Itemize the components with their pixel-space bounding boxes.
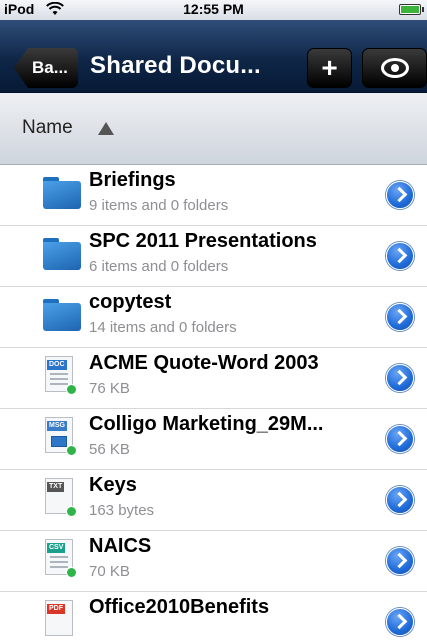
item-name: Colligo Marketing_29M... bbox=[89, 413, 324, 435]
battery-icon bbox=[399, 4, 424, 15]
item-name: Office2010Benefits bbox=[89, 596, 270, 618]
folder-icon bbox=[43, 238, 81, 270]
item-detail: 70 KB bbox=[89, 563, 130, 580]
item-name: Briefings bbox=[89, 169, 176, 191]
file-type-tag: MSG bbox=[47, 421, 67, 431]
file-type-tag: PDF bbox=[47, 604, 65, 614]
detail-disclosure-icon[interactable] bbox=[386, 364, 414, 392]
view-button[interactable] bbox=[362, 48, 427, 88]
detail-disclosure-icon[interactable] bbox=[386, 425, 414, 453]
msg-file-icon: MSG bbox=[45, 417, 77, 456]
list-item[interactable]: MSG Colligo Marketing_29M... 56 KB bbox=[0, 409, 427, 470]
back-button[interactable]: Ba... bbox=[14, 48, 78, 88]
txt-file-icon: TXT bbox=[45, 478, 77, 517]
item-name: SPC 2011 Presentations bbox=[89, 230, 317, 252]
sort-header[interactable]: Name bbox=[0, 93, 427, 165]
detail-disclosure-icon[interactable] bbox=[386, 547, 414, 575]
doc-file-icon: DOC bbox=[45, 356, 77, 395]
folder-icon bbox=[43, 177, 81, 209]
status-bar: iPod 12:55 PM bbox=[0, 0, 427, 20]
item-name: NAICS bbox=[89, 535, 152, 557]
document-list: Briefings 9 items and 0 folders SPC 2011… bbox=[0, 165, 427, 641]
item-detail: 76 KB bbox=[89, 380, 130, 397]
csv-file-icon: CSV bbox=[45, 539, 77, 578]
list-item[interactable]: DOC ACME Quote-Word 2003 76 KB bbox=[0, 348, 427, 409]
sort-ascending-icon bbox=[98, 122, 114, 135]
item-name: copytest bbox=[89, 291, 172, 313]
sort-label: Name bbox=[22, 117, 73, 138]
list-item[interactable]: PDF Office2010Benefits bbox=[0, 592, 427, 641]
list-item[interactable]: Briefings 9 items and 0 folders bbox=[0, 165, 427, 226]
file-type-tag: DOC bbox=[47, 360, 67, 370]
detail-disclosure-icon[interactable] bbox=[386, 486, 414, 514]
page-title: Shared Docu... bbox=[90, 52, 261, 79]
list-item[interactable]: copytest 14 items and 0 folders bbox=[0, 287, 427, 348]
item-name: Keys bbox=[89, 474, 137, 496]
navigation-bar: Ba... Shared Docu... + bbox=[0, 20, 427, 93]
item-detail: 14 items and 0 folders bbox=[89, 319, 237, 336]
detail-disclosure-icon[interactable] bbox=[386, 242, 414, 270]
folder-icon bbox=[43, 299, 81, 331]
item-detail: 163 bytes bbox=[89, 502, 155, 519]
list-item[interactable]: SPC 2011 Presentations 6 items and 0 fol… bbox=[0, 226, 427, 287]
item-name: ACME Quote-Word 2003 bbox=[89, 352, 319, 374]
detail-disclosure-icon[interactable] bbox=[386, 608, 414, 636]
list-item[interactable]: CSV NAICS 70 KB bbox=[0, 531, 427, 592]
item-detail: 56 KB bbox=[89, 441, 130, 458]
item-detail: 6 items and 0 folders bbox=[89, 258, 229, 275]
file-type-tag: CSV bbox=[47, 543, 66, 553]
detail-disclosure-icon[interactable] bbox=[386, 181, 414, 209]
add-button[interactable]: + bbox=[307, 48, 352, 88]
pdf-file-icon: PDF bbox=[45, 600, 73, 636]
file-type-tag: TXT bbox=[47, 482, 65, 492]
item-detail: 9 items and 0 folders bbox=[89, 197, 229, 214]
clock: 12:55 PM bbox=[183, 1, 244, 17]
detail-disclosure-icon[interactable] bbox=[386, 303, 414, 331]
list-item[interactable]: TXT Keys 163 bytes bbox=[0, 470, 427, 531]
eye-icon bbox=[381, 58, 409, 78]
